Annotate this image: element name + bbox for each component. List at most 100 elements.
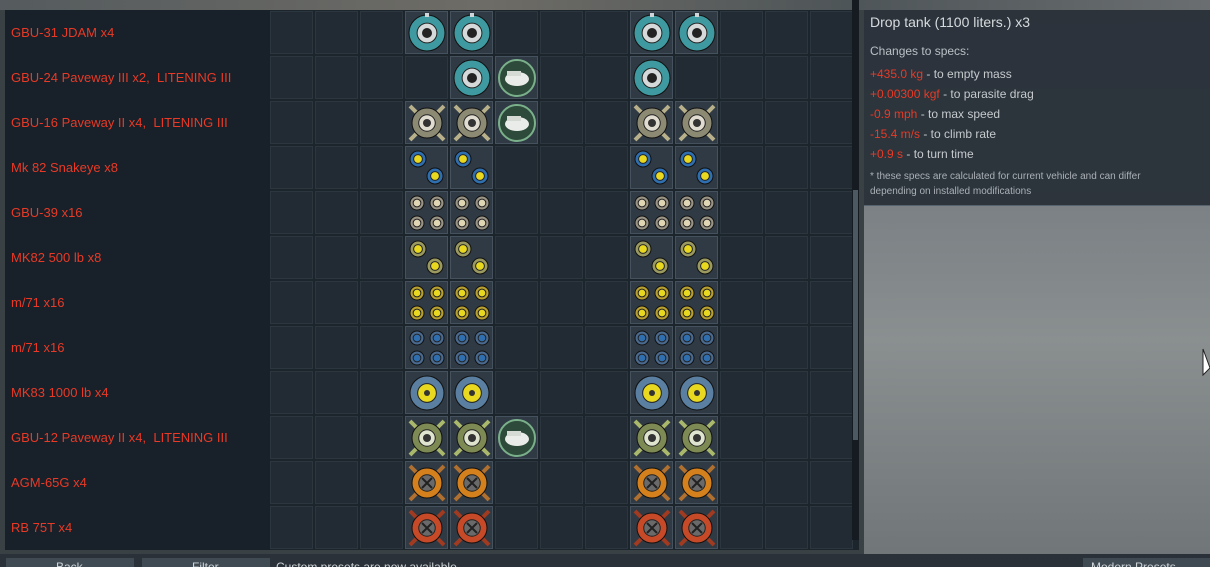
scrollbar-thumb[interactable] [853,190,858,440]
pylon-slot-empty[interactable] [540,461,583,504]
pylon-slot-empty[interactable] [585,461,628,504]
pylon-slot-empty[interactable] [495,326,538,369]
pylon-slot-filled[interactable] [675,236,718,279]
pylon-slot-empty[interactable] [720,506,763,549]
pylon-slot-empty[interactable] [765,326,808,369]
pylon-slot-empty[interactable] [765,506,808,549]
pylon-slot-filled[interactable] [450,236,493,279]
pylon-slot-empty[interactable] [765,416,808,459]
pylon-slot-empty[interactable] [270,371,313,414]
pylon-slot-filled[interactable] [450,506,493,549]
pylon-slot-empty[interactable] [585,191,628,234]
pylon-slot-empty[interactable] [585,326,628,369]
pylon-slot-empty[interactable] [720,371,763,414]
pylon-slot-empty[interactable] [765,101,808,144]
pylon-slot-empty[interactable] [270,506,313,549]
pylon-slot-filled[interactable] [630,101,673,144]
pylon-slot-filled[interactable] [405,146,448,189]
pylon-slot-empty[interactable] [585,11,628,54]
pylon-slot-empty[interactable] [495,236,538,279]
pylon-slot-filled[interactable] [675,281,718,324]
pylon-slot-empty[interactable] [810,416,853,459]
pylon-slot-filled[interactable] [675,506,718,549]
pylon-slot-empty[interactable] [720,236,763,279]
pylon-slot-filled[interactable] [450,326,493,369]
pylon-slot-filled[interactable] [630,416,673,459]
pylon-slot-empty[interactable] [270,236,313,279]
pylon-slot-empty[interactable] [360,281,403,324]
pylon-slot-filled[interactable] [675,101,718,144]
pylon-slot-filled[interactable] [675,326,718,369]
pylon-slot-filled[interactable] [675,371,718,414]
pylon-slot-filled[interactable] [675,11,718,54]
back-button[interactable]: Back [6,558,134,567]
pylon-slot-filled[interactable] [495,56,538,99]
pylon-slot-empty[interactable] [585,506,628,549]
preset-label[interactable]: AGM-65G x4 [11,460,269,505]
preset-label[interactable]: RB 75T x4 [11,505,269,550]
pylon-slot-empty[interactable] [315,236,358,279]
pylon-slot-empty[interactable] [315,506,358,549]
pylon-slot-filled[interactable] [675,461,718,504]
pylon-slot-empty[interactable] [540,146,583,189]
pylon-slot-empty[interactable] [585,281,628,324]
pylon-slot-empty[interactable] [720,56,763,99]
pylon-slot-empty[interactable] [540,326,583,369]
pylon-slot-empty[interactable] [360,191,403,234]
pylon-slot-filled[interactable] [630,191,673,234]
pylon-slot-filled[interactable] [630,56,673,99]
pylon-slot-empty[interactable] [315,416,358,459]
filter-button[interactable]: Filter [142,558,270,567]
pylon-slot-empty[interactable] [540,371,583,414]
pylon-slot-filled[interactable] [405,326,448,369]
pylon-slot-empty[interactable] [810,191,853,234]
pylon-slot-filled[interactable] [405,371,448,414]
pylon-slot-filled[interactable] [450,11,493,54]
pylon-slot-empty[interactable] [585,416,628,459]
pylon-slot-empty[interactable] [270,101,313,144]
pylon-slot-empty[interactable] [315,146,358,189]
pylon-slot-empty[interactable] [810,11,853,54]
preset-label[interactable]: m/71 x16 [11,280,269,325]
pylon-slot-empty[interactable] [540,416,583,459]
pylon-slot-filled[interactable] [405,11,448,54]
pylon-slot-empty[interactable] [585,371,628,414]
pylon-slot-empty[interactable] [540,191,583,234]
pylon-slot-filled[interactable] [450,461,493,504]
pylon-slot-empty[interactable] [810,461,853,504]
pylon-slot-empty[interactable] [765,461,808,504]
pylon-slot-empty[interactable] [315,281,358,324]
pylon-slot-empty[interactable] [495,371,538,414]
pylon-slot-empty[interactable] [360,56,403,99]
pylon-slot-empty[interactable] [270,146,313,189]
pylon-slot-empty[interactable] [810,506,853,549]
pylon-slot-empty[interactable] [315,191,358,234]
pylon-slot-empty[interactable] [270,191,313,234]
pylon-slot-filled[interactable] [630,146,673,189]
pylon-slot-filled[interactable] [630,11,673,54]
pylon-slot-empty[interactable] [360,461,403,504]
preset-label[interactable]: GBU-31 JDAM x4 [11,10,269,55]
pylon-slot-empty[interactable] [270,461,313,504]
pylon-slot-empty[interactable] [540,56,583,99]
pylon-slot-filled[interactable] [405,281,448,324]
pylon-slot-empty[interactable] [810,281,853,324]
pylon-slot-empty[interactable] [315,56,358,99]
pylon-slot-empty[interactable] [495,146,538,189]
pylon-slot-empty[interactable] [720,101,763,144]
pylon-slot-empty[interactable] [585,101,628,144]
pylon-slot-empty[interactable] [810,236,853,279]
preset-label[interactable]: GBU-39 x16 [11,190,269,235]
preset-label[interactable]: m/71 x16 [11,325,269,370]
pylon-slot-filled[interactable] [405,236,448,279]
pylon-slot-empty[interactable] [495,11,538,54]
pylon-slot-filled[interactable] [630,371,673,414]
pylon-slot-empty[interactable] [315,11,358,54]
preset-label[interactable]: GBU-16 Paveway II x4, LITENING III [11,100,269,145]
pylon-slot-empty[interactable] [495,461,538,504]
pylon-slot-empty[interactable] [720,461,763,504]
pylon-slot-filled[interactable] [405,101,448,144]
pylon-slot-empty[interactable] [810,101,853,144]
pylon-slot-empty[interactable] [315,371,358,414]
pylon-slot-empty[interactable] [360,371,403,414]
